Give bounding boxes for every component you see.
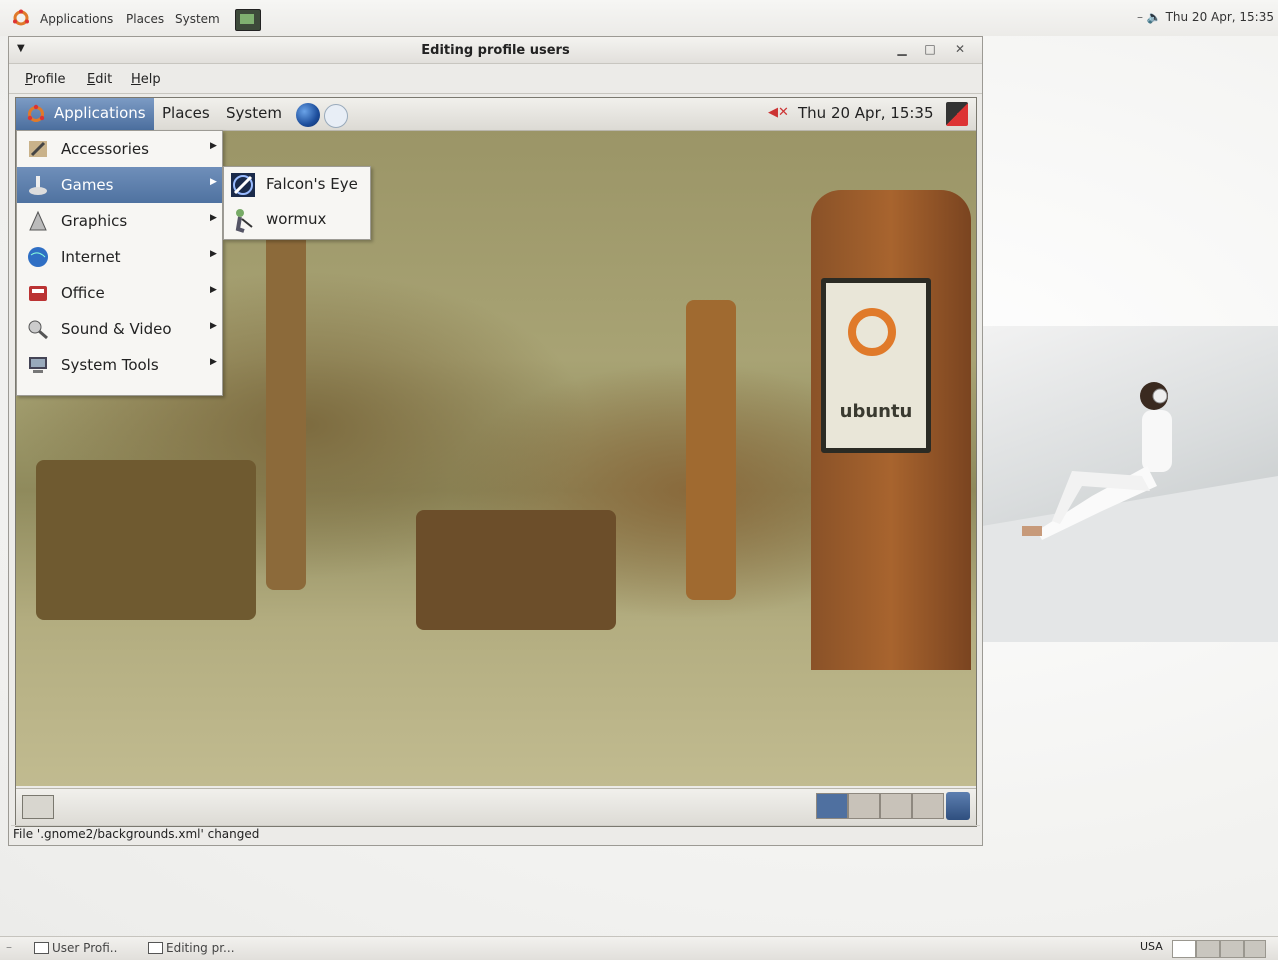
accessories-icon [29, 141, 47, 157]
ubuntu-logo-icon [27, 104, 45, 122]
taskbar-handle-icon: – [6, 940, 12, 954]
workspace-3[interactable] [880, 793, 912, 819]
preview-menu-places[interactable]: Places [162, 104, 210, 122]
trash-icon[interactable] [946, 792, 970, 820]
menu-item-system-tools[interactable]: System Tools ▶ [17, 347, 222, 383]
menu-item-graphics[interactable]: Graphics ▶ [17, 203, 222, 239]
menu-item-falcons-eye[interactable]: Falcon's Eye [224, 167, 370, 202]
minimize-icon[interactable]: ▁ [889, 40, 915, 58]
internet-icon [28, 247, 48, 267]
menu-places[interactable]: Places [126, 10, 164, 28]
sound-video-icon [28, 320, 48, 340]
system-tools-icon [29, 357, 47, 373]
keyboard-layout-indicator[interactable]: USA [1140, 940, 1163, 953]
workspace-1[interactable] [816, 793, 848, 819]
volume-muted-icon[interactable]: ◀✕ [768, 105, 789, 120]
menu-system[interactable]: System [175, 10, 220, 28]
menu-item-internet[interactable]: Internet ▶ [17, 239, 222, 275]
preview-menu-system[interactable]: System [226, 104, 282, 122]
titlebar[interactable]: ▼ Editing profile users ▁ □ ✕ [9, 37, 982, 64]
ubuntu-sign-text: ubuntu [839, 401, 913, 422]
office-icon [29, 286, 47, 301]
clock[interactable]: Thu 20 Apr, 15:35 [1166, 10, 1274, 24]
menu-item-accessories[interactable]: Accessories ▶ [17, 131, 222, 167]
preview-applications-label: Applications [54, 104, 146, 122]
menu-item-wormux[interactable]: wormux [224, 202, 370, 237]
maximize-icon[interactable]: □ [917, 40, 943, 58]
task-editing-profile[interactable]: Editing pr... [144, 939, 235, 957]
menu-item-games[interactable]: Games ▶ [17, 167, 222, 203]
pillar [686, 300, 736, 600]
ubuntu-logo-icon [848, 308, 896, 356]
top-right-tray: – 🔈 Thu 20 Apr, 15:35 [1137, 10, 1274, 24]
games-icon [29, 176, 47, 195]
falcons-eye-icon [231, 173, 255, 197]
preview-top-panel: Applications Places System ◀✕ Thu 20 Apr… [16, 98, 976, 131]
menu-applications[interactable]: Applications [40, 10, 113, 28]
preview-bottom-panel [16, 788, 976, 826]
woman-with-headphones-image [982, 382, 1278, 642]
games-submenu: Falcon's Eye wormux [223, 166, 371, 240]
workspace-4[interactable] [912, 793, 944, 819]
bottom-taskbar: – User Profi.. Editing pr... USA [0, 936, 1278, 960]
task-user-profiles[interactable]: User Profi.. [30, 939, 117, 957]
clock-icon[interactable] [324, 104, 348, 128]
taskbar-workspace-4[interactable] [1244, 940, 1266, 958]
taskbar-workspace-2[interactable] [1196, 940, 1220, 958]
graphics-icon [29, 210, 47, 231]
workspace-2[interactable] [848, 793, 880, 819]
statusbar: File '.gnome2/backgrounds.xml' changed [11, 825, 980, 844]
ubuntu-sign: ubuntu [821, 278, 931, 453]
menubar: Profile Edit Help [9, 65, 982, 94]
menu-help[interactable]: Help [131, 72, 161, 87]
terminal-icon[interactable] [235, 9, 261, 31]
status-text: File '.gnome2/backgrounds.xml' changed [13, 827, 260, 841]
globe-icon[interactable] [296, 103, 320, 127]
wallpaper-photo [982, 326, 1278, 642]
ubuntu-logo-icon[interactable] [12, 9, 30, 27]
taskbar-workspace-1[interactable] [1172, 940, 1196, 958]
preview-applications-menu[interactable]: Applications [16, 98, 154, 130]
applications-dropdown: Accessories ▶ Games ▶ Graphics ▶ Internet ▶ … [16, 130, 223, 396]
menu-item-office[interactable]: Office ▶ [17, 275, 222, 311]
taskbar-workspace-3[interactable] [1220, 940, 1244, 958]
shadow-area [416, 510, 616, 630]
logout-icon[interactable] [946, 102, 968, 126]
pillar [266, 210, 306, 590]
menu-item-sound-video[interactable]: Sound & Video ▶ [17, 311, 222, 347]
close-icon[interactable]: ✕ [947, 40, 973, 58]
show-desktop-icon[interactable] [22, 795, 54, 819]
menu-profile[interactable]: Profile [25, 72, 65, 87]
preview-clock[interactable]: Thu 20 Apr, 15:35 [798, 104, 934, 122]
menu-edit[interactable]: Edit [87, 72, 112, 87]
window-title: Editing profile users [421, 43, 570, 58]
shadow-area [36, 460, 256, 620]
wormux-icon [235, 209, 253, 233]
top-panel: Applications Places System – 🔈 Thu 20 Ap… [0, 0, 1278, 36]
desktop-preview: ubuntu Applications Places System ◀✕ Thu… [15, 97, 977, 827]
editing-profile-window: ▼ Editing profile users ▁ □ ✕ Profile Ed… [8, 36, 983, 846]
volume-icon[interactable]: – 🔈 [1137, 10, 1166, 24]
